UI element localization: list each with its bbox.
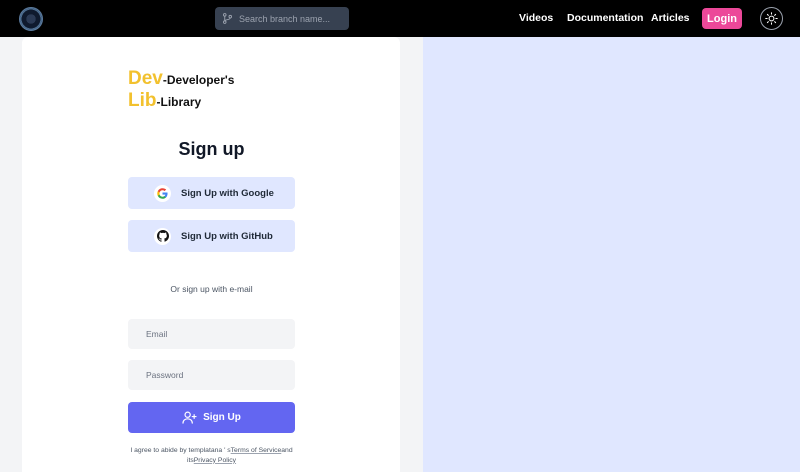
email-field[interactable] bbox=[128, 319, 295, 349]
terms-of-service-link[interactable]: Terms of Service bbox=[231, 447, 282, 454]
signup-submit-label: Sign Up bbox=[203, 412, 241, 423]
signup-github-label: Sign Up with GitHub bbox=[181, 230, 273, 242]
signup-submit-button[interactable]: Sign Up bbox=[128, 402, 295, 433]
nav-link-articles[interactable]: Articles bbox=[651, 12, 690, 24]
login-button[interactable]: Login bbox=[702, 8, 742, 29]
brand-dev-caption: -Developer's bbox=[162, 73, 235, 87]
app-logo[interactable] bbox=[19, 7, 43, 31]
top-navbar: Videos Documentation Articles Login bbox=[0, 0, 800, 37]
signup-github-button[interactable]: Sign Up with GitHub bbox=[128, 220, 295, 252]
branch-search-input[interactable] bbox=[239, 13, 339, 24]
right-illustration-panel bbox=[423, 37, 800, 472]
email-divider-text: Or sign up with e-mail bbox=[170, 284, 253, 294]
sun-icon bbox=[765, 12, 778, 25]
signup-google-button[interactable]: Sign Up with Google bbox=[128, 177, 295, 209]
branch-search-box[interactable] bbox=[215, 7, 349, 30]
user-plus-icon bbox=[182, 411, 197, 424]
github-icon bbox=[154, 227, 171, 245]
theme-toggle-button[interactable] bbox=[760, 7, 783, 30]
password-field[interactable] bbox=[128, 360, 295, 390]
git-branch-icon bbox=[223, 13, 232, 24]
terms-prefix: I agree to abide by templatana ' s bbox=[130, 447, 231, 454]
brand-lib-caption: -Library bbox=[156, 95, 202, 109]
nav-link-documentation[interactable]: Documentation bbox=[567, 12, 643, 24]
brand-lib: Lib bbox=[128, 90, 157, 111]
terms-text: I agree to abide by templatana ' sTerms … bbox=[128, 446, 295, 465]
privacy-policy-link[interactable]: Privacy Policy bbox=[194, 457, 236, 464]
signup-google-label: Sign Up with Google bbox=[181, 187, 274, 199]
brand-logo-text: Dev -Developer's Lib -Library bbox=[128, 68, 234, 112]
google-icon bbox=[154, 184, 171, 202]
nav-link-videos[interactable]: Videos bbox=[519, 12, 553, 24]
page-title: Sign up bbox=[178, 139, 245, 159]
brand-dev: Dev bbox=[128, 68, 163, 89]
